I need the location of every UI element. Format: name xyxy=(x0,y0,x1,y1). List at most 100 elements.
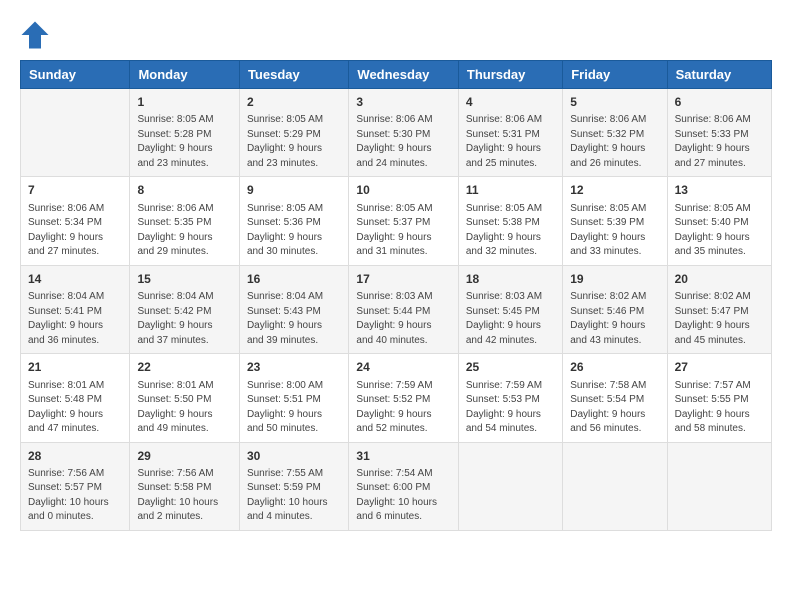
day-number: 13 xyxy=(675,182,764,199)
calendar-cell: 21Sunrise: 8:01 AMSunset: 5:48 PMDayligh… xyxy=(21,354,130,442)
cell-info: Daylight: 9 hours xyxy=(466,408,555,423)
day-number: 9 xyxy=(247,182,341,199)
day-number: 26 xyxy=(570,359,659,376)
cell-info: Sunrise: 7:59 AM xyxy=(466,379,555,394)
calendar-cell: 17Sunrise: 8:03 AMSunset: 5:44 PMDayligh… xyxy=(349,265,458,353)
cell-info: Sunrise: 8:05 AM xyxy=(675,202,764,217)
calendar-cell: 16Sunrise: 8:04 AMSunset: 5:43 PMDayligh… xyxy=(239,265,348,353)
cell-info: Sunrise: 8:06 AM xyxy=(570,113,659,128)
calendar-cell: 3Sunrise: 8:06 AMSunset: 5:30 PMDaylight… xyxy=(349,89,458,177)
cell-info: and 36 minutes. xyxy=(28,334,122,349)
cell-info: Daylight: 10 hours xyxy=(137,496,231,511)
cell-info: Sunrise: 8:00 AM xyxy=(247,379,341,394)
cell-info: Sunset: 5:34 PM xyxy=(28,216,122,231)
cell-info: Sunrise: 8:06 AM xyxy=(137,202,231,217)
cell-info: and 4 minutes. xyxy=(247,510,341,525)
calendar-cell: 9Sunrise: 8:05 AMSunset: 5:36 PMDaylight… xyxy=(239,177,348,265)
day-number: 15 xyxy=(137,271,231,288)
header-day-sunday: Sunday xyxy=(21,61,130,89)
header-day-friday: Friday xyxy=(563,61,667,89)
cell-info: Sunset: 5:54 PM xyxy=(570,393,659,408)
cell-info: Sunset: 5:38 PM xyxy=(466,216,555,231)
cell-info: Sunset: 5:57 PM xyxy=(28,481,122,496)
cell-info: Daylight: 9 hours xyxy=(137,319,231,334)
week-row-5: 28Sunrise: 7:56 AMSunset: 5:57 PMDayligh… xyxy=(21,442,772,530)
cell-info: Sunrise: 7:55 AM xyxy=(247,467,341,482)
cell-info: Sunrise: 8:05 AM xyxy=(137,113,231,128)
calendar-table: SundayMondayTuesdayWednesdayThursdayFrid… xyxy=(20,60,772,531)
cell-info: and 23 minutes. xyxy=(137,157,231,172)
cell-info: Sunrise: 7:54 AM xyxy=(356,467,450,482)
cell-info: and 32 minutes. xyxy=(466,245,555,260)
day-number: 14 xyxy=(28,271,122,288)
day-number: 25 xyxy=(466,359,555,376)
calendar-cell: 31Sunrise: 7:54 AMSunset: 6:00 PMDayligh… xyxy=(349,442,458,530)
cell-info: Sunrise: 8:01 AM xyxy=(137,379,231,394)
cell-info: Daylight: 10 hours xyxy=(356,496,450,511)
cell-info: and 49 minutes. xyxy=(137,422,231,437)
day-number: 16 xyxy=(247,271,341,288)
calendar-cell: 22Sunrise: 8:01 AMSunset: 5:50 PMDayligh… xyxy=(130,354,239,442)
header-day-saturday: Saturday xyxy=(667,61,771,89)
cell-info: and 40 minutes. xyxy=(356,334,450,349)
cell-info: Sunset: 5:51 PM xyxy=(247,393,341,408)
cell-info: and 31 minutes. xyxy=(356,245,450,260)
calendar-cell: 6Sunrise: 8:06 AMSunset: 5:33 PMDaylight… xyxy=(667,89,771,177)
cell-info: Sunset: 5:35 PM xyxy=(137,216,231,231)
day-number: 1 xyxy=(137,94,231,111)
cell-info: Sunrise: 8:04 AM xyxy=(28,290,122,305)
cell-info: Daylight: 9 hours xyxy=(137,408,231,423)
calendar-cell: 24Sunrise: 7:59 AMSunset: 5:52 PMDayligh… xyxy=(349,354,458,442)
day-number: 27 xyxy=(675,359,764,376)
day-number: 22 xyxy=(137,359,231,376)
cell-info: Daylight: 9 hours xyxy=(137,142,231,157)
cell-info: Daylight: 9 hours xyxy=(356,319,450,334)
cell-info: Sunset: 6:00 PM xyxy=(356,481,450,496)
calendar-cell: 7Sunrise: 8:06 AMSunset: 5:34 PMDaylight… xyxy=(21,177,130,265)
cell-info: Daylight: 9 hours xyxy=(570,142,659,157)
cell-info: Daylight: 9 hours xyxy=(466,319,555,334)
cell-info: Sunrise: 8:06 AM xyxy=(356,113,450,128)
calendar-cell: 20Sunrise: 8:02 AMSunset: 5:47 PMDayligh… xyxy=(667,265,771,353)
cell-info: and 42 minutes. xyxy=(466,334,555,349)
cell-info: Sunset: 5:40 PM xyxy=(675,216,764,231)
day-number: 2 xyxy=(247,94,341,111)
calendar-cell: 28Sunrise: 7:56 AMSunset: 5:57 PMDayligh… xyxy=(21,442,130,530)
day-number: 18 xyxy=(466,271,555,288)
cell-info: Daylight: 9 hours xyxy=(356,142,450,157)
cell-info: Sunset: 5:55 PM xyxy=(675,393,764,408)
calendar-cell: 27Sunrise: 7:57 AMSunset: 5:55 PMDayligh… xyxy=(667,354,771,442)
cell-info: Sunrise: 8:03 AM xyxy=(356,290,450,305)
cell-info: and 52 minutes. xyxy=(356,422,450,437)
cell-info: and 50 minutes. xyxy=(247,422,341,437)
day-number: 24 xyxy=(356,359,450,376)
cell-info: Sunrise: 8:05 AM xyxy=(247,202,341,217)
cell-info: Sunrise: 7:56 AM xyxy=(28,467,122,482)
cell-info: and 45 minutes. xyxy=(675,334,764,349)
calendar-cell: 13Sunrise: 8:05 AMSunset: 5:40 PMDayligh… xyxy=(667,177,771,265)
cell-info: Sunrise: 8:02 AM xyxy=(675,290,764,305)
cell-info: and 2 minutes. xyxy=(137,510,231,525)
day-number: 21 xyxy=(28,359,122,376)
cell-info: and 23 minutes. xyxy=(247,157,341,172)
cell-info: Sunset: 5:59 PM xyxy=(247,481,341,496)
cell-info: Sunrise: 8:05 AM xyxy=(247,113,341,128)
logo-icon xyxy=(20,20,50,50)
calendar-cell: 25Sunrise: 7:59 AMSunset: 5:53 PMDayligh… xyxy=(458,354,562,442)
cell-info: Daylight: 9 hours xyxy=(28,319,122,334)
calendar-cell: 4Sunrise: 8:06 AMSunset: 5:31 PMDaylight… xyxy=(458,89,562,177)
cell-info: Daylight: 9 hours xyxy=(247,231,341,246)
header-day-tuesday: Tuesday xyxy=(239,61,348,89)
cell-info: Sunset: 5:48 PM xyxy=(28,393,122,408)
cell-info: and 37 minutes. xyxy=(137,334,231,349)
cell-info: and 0 minutes. xyxy=(28,510,122,525)
cell-info: and 54 minutes. xyxy=(466,422,555,437)
cell-info: Sunrise: 8:04 AM xyxy=(137,290,231,305)
cell-info: Sunrise: 8:04 AM xyxy=(247,290,341,305)
cell-info: Sunset: 5:52 PM xyxy=(356,393,450,408)
calendar-cell: 15Sunrise: 8:04 AMSunset: 5:42 PMDayligh… xyxy=(130,265,239,353)
cell-info: Sunrise: 8:03 AM xyxy=(466,290,555,305)
cell-info: and 58 minutes. xyxy=(675,422,764,437)
calendar-cell: 14Sunrise: 8:04 AMSunset: 5:41 PMDayligh… xyxy=(21,265,130,353)
calendar-cell: 19Sunrise: 8:02 AMSunset: 5:46 PMDayligh… xyxy=(563,265,667,353)
